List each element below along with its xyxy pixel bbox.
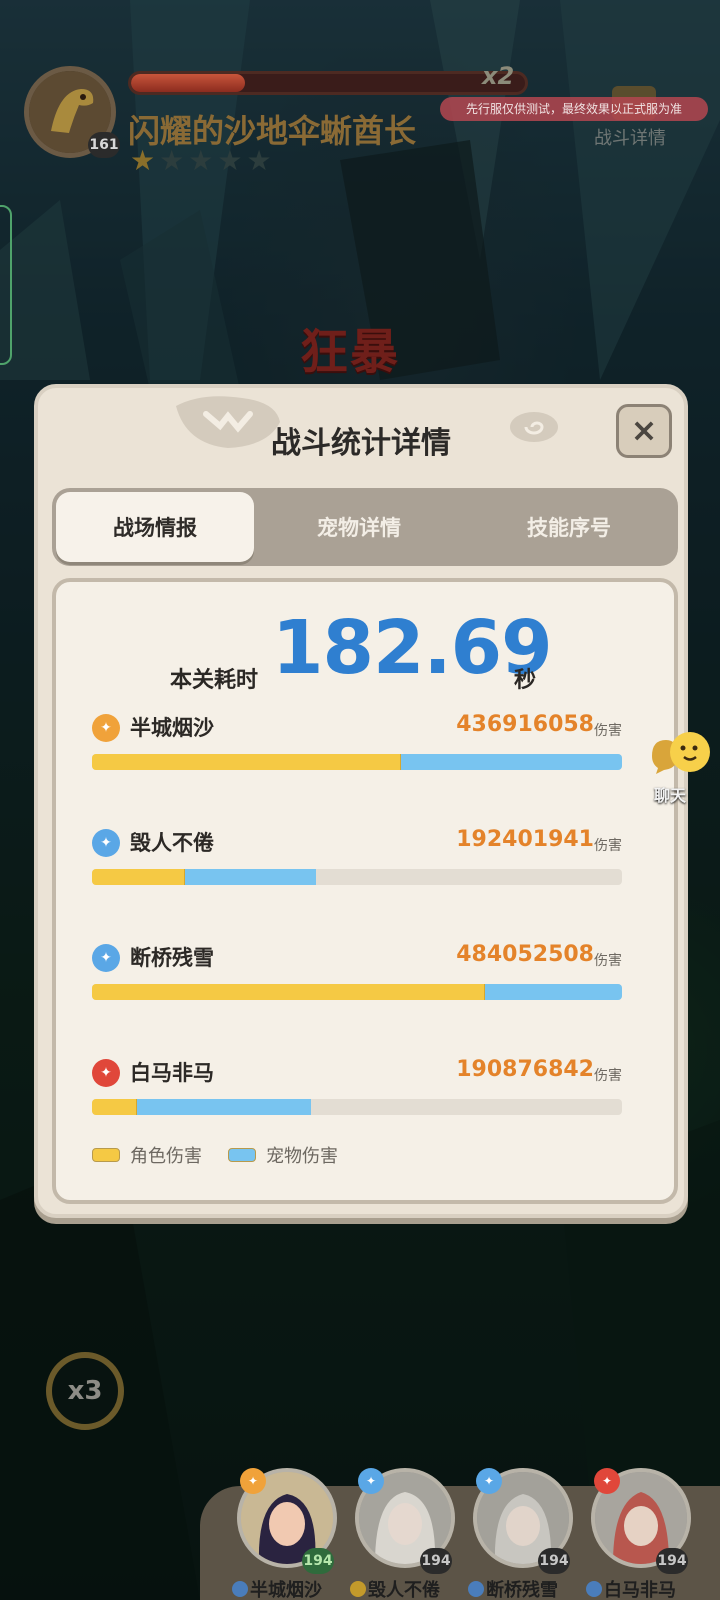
damage-row: ✦ 毁人不倦 192401941 伤害 bbox=[92, 827, 622, 897]
battle-detail-button[interactable]: 战斗详情 bbox=[594, 124, 666, 150]
shield-icon bbox=[586, 1581, 602, 1597]
damage-row: ✦ 断桥残雪 484052508 伤害 bbox=[92, 942, 622, 1012]
tab-label: 宠物详情 bbox=[317, 516, 401, 540]
speed-toggle-button[interactable]: x3 bbox=[46, 1352, 124, 1430]
legend-item: 宠物伤害 bbox=[228, 1142, 338, 1168]
damage-unit: 伤害 bbox=[594, 723, 622, 739]
panel-tabs: 战场情报 宠物详情 技能序号 bbox=[52, 488, 678, 566]
side-panel-edge[interactable] bbox=[0, 205, 12, 365]
shield-icon bbox=[232, 1581, 248, 1597]
star-icon: ★ bbox=[130, 144, 156, 177]
legend-item: 角色伤害 bbox=[92, 1142, 202, 1168]
flame-element-icon: ✦ bbox=[92, 1059, 120, 1087]
member-name: 毁人不倦 bbox=[368, 1580, 440, 1600]
shield-icon bbox=[468, 1581, 484, 1597]
pet-damage-segment bbox=[136, 1099, 312, 1115]
damage-unit: 伤害 bbox=[594, 953, 622, 969]
member-name: 半城烟沙 bbox=[250, 1580, 322, 1600]
legend-swatch bbox=[228, 1148, 256, 1162]
member-name-row: 断桥残雪 bbox=[468, 1576, 588, 1600]
star-icon: ★ bbox=[246, 144, 272, 177]
member-level: 194 bbox=[420, 1548, 452, 1574]
chat-bubble-icon bbox=[652, 732, 710, 774]
member-name-row: 半城烟沙 bbox=[232, 1576, 352, 1600]
member-name: 白马非马 bbox=[604, 1580, 676, 1600]
player-name: 白马非马 bbox=[130, 1061, 214, 1085]
player-name: 毁人不倦 bbox=[130, 831, 214, 855]
member-level: 194 bbox=[302, 1548, 334, 1574]
damage-row: ✦ 白马非马 190876842 伤害 bbox=[92, 1057, 622, 1127]
damage-bar bbox=[92, 754, 622, 770]
chat-label[interactable]: 聊天 bbox=[654, 782, 686, 806]
member-name-row: 毁人不倦 bbox=[350, 1576, 470, 1600]
chat-button[interactable] bbox=[648, 730, 712, 780]
character-damage-segment bbox=[92, 984, 486, 1000]
tab-label: 战场情报 bbox=[113, 516, 197, 540]
damage-value: 190876842 bbox=[456, 1057, 594, 1082]
member-name-row: 白马非马 bbox=[586, 1576, 706, 1600]
damage-legend: 角色伤害 宠物伤害 bbox=[92, 1142, 338, 1168]
player-name: 半城烟沙 bbox=[130, 716, 214, 740]
tab-pet-details[interactable]: 宠物详情 bbox=[254, 492, 464, 562]
boss-hp-bar bbox=[128, 71, 528, 95]
tab-skill-order[interactable]: 技能序号 bbox=[464, 492, 674, 562]
player-name: 断桥残雪 bbox=[130, 946, 214, 970]
hp-bar-multiplier: x2 bbox=[482, 62, 515, 90]
character-damage-segment bbox=[92, 754, 401, 770]
team-member[interactable]: ✦ 194 断桥残雪 bbox=[468, 1468, 578, 1600]
member-name: 断桥残雪 bbox=[486, 1580, 558, 1600]
battlefield-info-content: 本关耗时 182.69 秒 ✦ 半城烟沙 436916058 伤害 ✦ 毁人不倦… bbox=[52, 578, 678, 1204]
damage-bar bbox=[92, 1099, 622, 1115]
character-damage-segment bbox=[92, 869, 186, 885]
fire-element-icon: ✦ bbox=[92, 714, 120, 742]
star-icon: ★ bbox=[188, 144, 214, 177]
stage-time-value: 182.69 bbox=[272, 605, 553, 691]
team-member[interactable]: ✦ 194 白马非马 bbox=[586, 1468, 696, 1600]
team-member[interactable]: ✦ 194 毁人不倦 bbox=[350, 1468, 460, 1600]
team-member[interactable]: ✦ 194 半城烟沙 bbox=[232, 1468, 342, 1600]
member-level: 194 bbox=[656, 1548, 688, 1574]
star-icon: ★ bbox=[217, 144, 243, 177]
water-element-icon: ✦ bbox=[92, 829, 120, 857]
member-level: 194 bbox=[538, 1548, 570, 1574]
boss-star-rating: ★ ★ ★ ★ ★ bbox=[130, 146, 272, 176]
damage-bar bbox=[92, 984, 622, 1000]
flame-element-icon: ✦ bbox=[594, 1468, 620, 1494]
damage-value: 192401941 bbox=[456, 827, 594, 852]
boss-level-badge: 161 bbox=[88, 132, 120, 158]
water-element-icon: ✦ bbox=[358, 1468, 384, 1494]
tab-battlefield-info[interactable]: 战场情报 bbox=[56, 492, 254, 562]
rage-status-text: 狂暴 bbox=[300, 324, 401, 380]
damage-bar bbox=[92, 869, 622, 885]
panel-title: 战斗统计详情 bbox=[271, 426, 451, 461]
legend-label: 角色伤害 bbox=[130, 1146, 202, 1167]
ice-element-icon: ✦ bbox=[92, 944, 120, 972]
stage-time-label: 本关耗时 bbox=[170, 668, 259, 693]
damage-value: 484052508 bbox=[456, 942, 594, 967]
damage-row: ✦ 半城烟沙 436916058 伤害 bbox=[92, 712, 622, 782]
star-icon: ★ bbox=[159, 144, 185, 177]
battle-stats-panel: 战斗统计详情 × 战场情报 宠物详情 技能序号 本关耗时 182.69 秒 ✦ … bbox=[34, 384, 688, 1218]
close-button[interactable]: × bbox=[616, 404, 672, 458]
tab-label: 技能序号 bbox=[527, 516, 611, 540]
close-icon: × bbox=[630, 411, 658, 449]
legend-label: 宠物伤害 bbox=[266, 1146, 338, 1167]
pet-damage-segment bbox=[485, 984, 622, 1000]
pet-damage-segment bbox=[185, 869, 317, 885]
damage-unit: 伤害 bbox=[594, 838, 622, 854]
damage-unit: 伤害 bbox=[594, 1068, 622, 1084]
stage-time-unit: 秒 bbox=[514, 668, 537, 693]
legend-swatch bbox=[92, 1148, 120, 1162]
shield-icon bbox=[350, 1581, 366, 1597]
speed-label: x3 bbox=[67, 1376, 103, 1406]
stage-time-row: 本关耗时 182.69 秒 bbox=[56, 604, 674, 694]
fire-element-icon: ✦ bbox=[240, 1468, 266, 1494]
pet-damage-segment bbox=[400, 754, 622, 770]
boss-hp-fill bbox=[131, 74, 246, 92]
ice-element-icon: ✦ bbox=[476, 1468, 502, 1494]
damage-value: 436916058 bbox=[456, 712, 594, 737]
test-server-notice: 先行服仅供测试，最终效果以正式服为准 bbox=[440, 97, 708, 121]
character-damage-segment bbox=[92, 1099, 137, 1115]
